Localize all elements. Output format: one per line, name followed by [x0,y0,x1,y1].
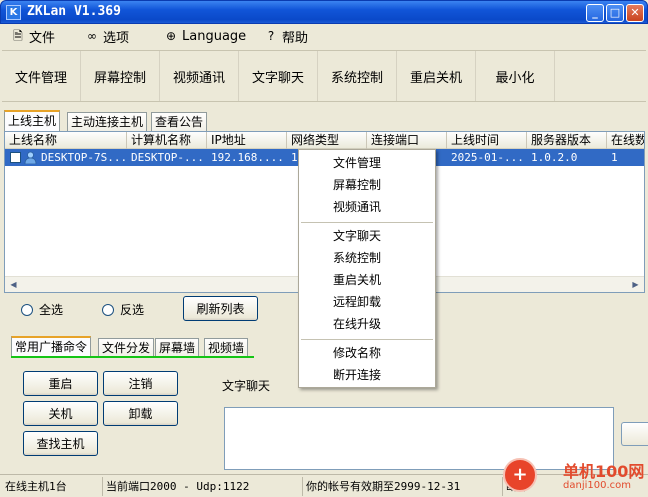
context-menu-item-rename[interactable]: 修改名称 [299,343,435,364]
column-header[interactable]: 连接端口 [367,132,447,149]
send-button[interactable] [621,422,648,446]
select-all-label: 全选 [39,303,64,317]
menu-help-label: 帮助 [282,30,309,46]
tab-online-hosts[interactable]: 上线主机 [4,110,61,131]
user-icon [24,151,37,164]
invert-selection-label: 反选 [120,303,145,317]
cell-online-count: 1 [611,151,618,164]
minimize-button[interactable]: _ [586,4,604,22]
context-menu-item-system-control[interactable]: 系统控制 [299,248,435,269]
context-menu-item-online-upgrade[interactable]: 在线升级 [299,314,435,335]
column-header[interactable]: 上线名称 [5,132,127,149]
scroll-left-icon[interactable]: ◀ [6,278,21,292]
menu-file-label: 文件 [29,30,56,46]
context-menu-item-remote-uninstall[interactable]: 远程卸载 [299,292,435,313]
radio-circle-icon [21,303,33,316]
column-header[interactable]: 上线时间 [447,132,527,149]
column-header[interactable]: 在线数 [607,132,644,149]
host-list-header: 上线名称 计算机名称 IP地址 网络类型 连接端口 上线时间 服务器版本 在线数 [5,132,644,149]
radio-circle-icon [102,303,114,316]
title-bar: K ZKLan V1.369 _ □ ✕ [0,0,648,24]
logout-button[interactable]: 注销 [103,371,178,396]
menu-options-label: 选项 [103,30,130,46]
menu-language-label: Language [182,28,247,44]
status-online-count: 在线主机1台 [5,480,67,493]
column-header[interactable]: 计算机名称 [127,132,207,149]
glasses-icon: ∞ [87,29,97,43]
watermark-url: danji100.com [563,480,631,491]
window-title: ZKLan V1.369 [27,4,121,19]
tab-active-connect[interactable]: 主动连接主机 [67,112,148,131]
row-checkbox[interactable] [10,152,21,163]
watermark: + 单机100网 danji100.com [500,456,648,496]
invert-selection-radio[interactable]: 反选 [102,301,144,318]
context-menu-separator [301,222,433,223]
toolbar-file-manager-button[interactable]: 文件管理 [2,51,81,101]
cell-server-version: 1.0.2.0 [531,151,578,164]
uninstall-button[interactable]: 卸载 [103,401,178,426]
globe-icon: ⊕ [165,29,177,43]
help-icon: ? [267,29,275,43]
tab-video-wall[interactable]: 视频墙 [204,338,249,357]
toolbar-minimize-button[interactable]: 最小化 [476,51,555,101]
status-expiry: 你的帐号有效期至2999-12-31 [302,477,502,496]
menu-options[interactable]: ∞ 选项 [84,27,130,46]
tab-announcements[interactable]: 查看公告 [151,112,208,131]
menu-language[interactable]: ⊕ Language [163,27,246,45]
maximize-button[interactable]: □ [606,4,624,22]
toolbar-video-button[interactable]: 视频通讯 [160,51,239,101]
app-icon: K [6,5,21,20]
toolbar-screen-control-button[interactable]: 屏幕控制 [81,51,160,101]
tab-file-distribution[interactable]: 文件分发 [98,338,155,357]
watermark-name: 单机100网 [563,462,645,481]
context-menu-item-file-manager[interactable]: 文件管理 [299,153,435,174]
column-header[interactable]: 服务器版本 [527,132,607,149]
tab-broadcast-commands[interactable]: 常用广播命令 [11,336,92,357]
scroll-right-icon[interactable]: ▶ [628,278,643,292]
context-menu-item-screen-control[interactable]: 屏幕控制 [299,175,435,196]
tab-screen-wall[interactable]: 屏幕墙 [155,338,200,357]
menu-bar: 🗎 文件 ∞ 选项 ⊕ Language ? 帮助 [0,24,648,48]
toolbar-chat-button[interactable]: 文字聊天 [239,51,318,101]
select-all-radio[interactable]: 全选 [21,301,63,318]
context-menu-item-disconnect[interactable]: 断开连接 [299,365,435,386]
context-menu-separator [301,339,433,340]
cell-online-time: 2025-01-... [451,151,524,164]
column-header[interactable]: IP地址 [207,132,287,149]
close-button[interactable]: ✕ [626,4,644,22]
toolbar: 文件管理 屏幕控制 视频通讯 文字聊天 系统控制 重启关机 最小化 [2,50,646,102]
toolbar-restart-shutdown-button[interactable]: 重启关机 [397,51,476,101]
refresh-list-button[interactable]: 刷新列表 [183,296,258,321]
menu-file[interactable]: 🗎 文件 [10,27,56,46]
shutdown-button[interactable]: 关机 [23,401,98,426]
tab-underline [11,356,254,358]
file-icon: 🗎 [13,29,23,43]
cell-computer-name: DESKTOP-... [131,151,204,164]
chat-label: 文字聊天 [222,379,271,393]
context-menu-item-restart-shutdown[interactable]: 重启关机 [299,270,435,291]
context-menu-item-chat[interactable]: 文字聊天 [299,226,435,247]
find-host-button[interactable]: 查找主机 [23,431,98,456]
context-menu: 文件管理 屏幕控制 视频通讯 文字聊天 系统控制 重启关机 远程卸载 在线升级 … [298,149,436,388]
column-header[interactable]: 网络类型 [287,132,367,149]
status-port: 当前端口2000 - Udp:1122 [102,477,302,496]
restart-button[interactable]: 重启 [23,371,98,396]
watermark-logo-icon: + [503,458,537,492]
menu-help[interactable]: ? 帮助 [263,27,309,46]
cell-ip: 192.168.... [211,151,284,164]
cell-host-name: DESKTOP-7S... [41,151,127,164]
context-menu-item-video[interactable]: 视频通讯 [299,197,435,218]
toolbar-system-control-button[interactable]: 系统控制 [318,51,397,101]
